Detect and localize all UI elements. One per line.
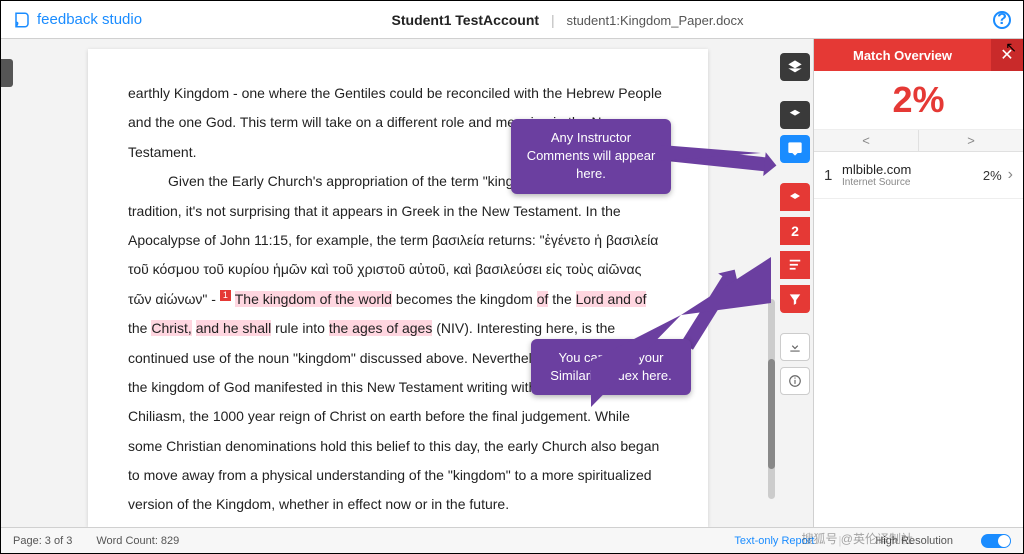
highlight[interactable]: of [537,291,549,307]
match-nav: < > [814,130,1023,152]
callout-similarity-index: You can view your Similarity Index here. [531,339,691,395]
stack-icon [788,108,802,122]
right-toolbar: 2 [777,39,813,527]
doc-text: the [548,291,575,307]
all-sources-button[interactable] [780,251,810,279]
highlight[interactable]: The kingdom of the world [235,291,392,307]
doc-text: Apocalypse of John 11:15, for example, t… [128,232,658,248]
document-scrollbar[interactable] [768,299,775,499]
resolution-toggle[interactable] [981,534,1011,548]
text-only-report-link[interactable]: Text-only Report [734,535,814,547]
highlight[interactable]: the ages of ages [329,320,433,336]
match-domain: mlbible.com [842,162,983,177]
bars-icon [788,258,802,272]
layers-icon [787,59,803,75]
resolution-label: High Resolution [875,535,953,547]
document-viewport[interactable]: earthly Kingdom - one where the Gentiles… [19,39,777,527]
match-overview-panel: Match Overview ✕ 2% < > 1 mlbible.com In… [813,39,1023,527]
title-separator: | [551,12,555,28]
info-icon [788,374,802,388]
left-drawer-handle[interactable] [1,39,19,527]
highlight[interactable]: and he shall [196,320,272,336]
similarity-layer-button[interactable] [780,183,810,211]
similarity-score-button[interactable]: 2 [780,217,810,245]
filter-button[interactable] [780,285,810,313]
brand-logo: feedback studio [13,11,142,29]
word-count: Word Count: 829 [96,535,179,547]
layers-button[interactable] [780,53,810,81]
close-panel-button[interactable]: ✕ [991,39,1023,71]
speech-bubble-icon [787,141,803,157]
overall-similarity-percent: 2% [814,71,1023,130]
callout-instructor-comments: Any Instructor Comments will appear here… [511,119,671,194]
stack-small-icon [789,192,801,202]
download-button[interactable] [780,333,810,361]
doc-text: tradition, it's not surprising that it a… [128,203,621,219]
doc-text: the [128,320,151,336]
next-match-button[interactable]: > [919,130,1023,151]
doc-text: rule into [271,320,329,336]
footer-divider: | [838,535,841,547]
header-bar: feedback studio Student1 TestAccount | s… [1,1,1023,39]
help-button[interactable]: ? [993,11,1011,29]
status-bar: Page: 3 of 3 Word Count: 829 Text-only R… [1,527,1023,553]
highlight[interactable]: Lord and of [576,291,647,307]
prev-match-button[interactable]: < [814,130,919,151]
match-row[interactable]: 1 mlbible.com Internet Source 2% › [814,152,1023,199]
scrollbar-thumb[interactable] [768,359,775,469]
panel-header: Match Overview ✕ [814,39,1023,71]
doc-text: αἰώνων" - [155,291,219,307]
brand-icon [13,11,31,29]
page-indicator: Page: 3 of 3 [13,535,72,547]
brand-text: feedback studio [37,11,142,28]
doc-text: becomes the kingdom [392,291,537,307]
match-badge-1[interactable]: 1 [220,290,231,301]
grading-layer-button[interactable] [780,101,810,129]
panel-title: Match Overview [814,48,991,63]
highlight[interactable]: Christ, [151,320,191,336]
match-number: 1 [824,167,842,184]
info-button[interactable] [780,367,810,395]
match-percent: 2% [983,168,1002,183]
download-icon [788,340,802,354]
chevron-right-icon: › [1008,166,1013,184]
funnel-icon [788,292,802,306]
file-name: student1:Kingdom_Paper.docx [566,13,743,28]
document-title: Student1 TestAccount | student1:Kingdom_… [142,12,993,28]
student-name: Student1 TestAccount [392,12,540,28]
doc-text: Kingdom, whether in effect now or in the… [216,496,509,512]
match-source-type: Internet Source [842,177,983,188]
instructor-comments-button[interactable] [780,135,810,163]
